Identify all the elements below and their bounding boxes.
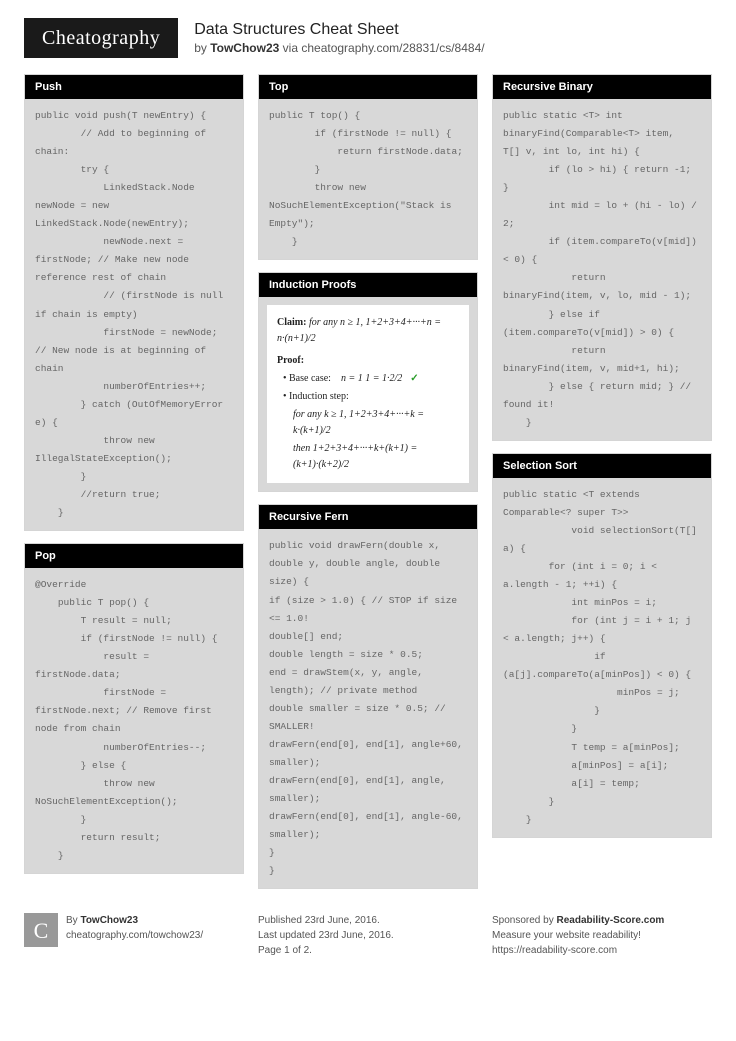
claim-label: Claim: — [277, 317, 306, 328]
sponsor-tagline: Measure your website readability! — [492, 930, 641, 941]
base-case-label: Base case: — [289, 373, 331, 384]
column-2: Top public T top() { if (firstNode != nu… — [258, 74, 478, 889]
footer-sponsor: Sponsored by Readability-Score.com Measu… — [492, 913, 712, 958]
footer: C By TowChow23 cheatography.com/towchow2… — [24, 903, 712, 958]
footer-author-name: TowChow23 — [80, 915, 138, 926]
footer-by-prefix: By — [66, 915, 80, 926]
source-url: cheatography.com/28831/cs/8484/ — [301, 41, 484, 55]
updated-date: Last updated 23rd June, 2016. — [258, 930, 394, 941]
site-logo: Cheatography — [24, 18, 178, 58]
code-block: public T top() { if (firstNode != null) … — [259, 99, 477, 259]
byline: by TowChow23 via cheatography.com/28831/… — [194, 41, 484, 55]
by-prefix: by — [194, 41, 210, 55]
author-name: TowChow23 — [210, 41, 279, 55]
code-block: public static <T extends Comparable<? su… — [493, 478, 711, 837]
header-text: Data Structures Cheat Sheet by TowChow23… — [194, 21, 484, 55]
sponsor-name: Readability-Score.com — [557, 915, 665, 926]
author-avatar-icon: C — [24, 913, 58, 947]
published-date: Published 23rd June, 2016. — [258, 915, 380, 926]
page-header: Cheatography Data Structures Cheat Sheet… — [24, 18, 712, 58]
sponsor-url: https://readability-score.com — [492, 945, 617, 956]
code-block: public void drawFern(double x, double y,… — [259, 529, 477, 888]
card-induction: Induction Proofs Claim: for any n ≥ 1, 1… — [258, 272, 478, 492]
card-top: Top public T top() { if (firstNode != nu… — [258, 74, 478, 260]
proof-label: Proof: — [277, 353, 459, 369]
card-header: Selection Sort — [493, 454, 711, 478]
card-selection: Selection Sort public static <T extends … — [492, 453, 712, 838]
card-header: Recursive Binary — [493, 75, 711, 99]
proof-image: Claim: for any n ≥ 1, 1+2+3+4+···+n = n·… — [267, 305, 469, 483]
base-case-math: n = 1 1 = 1·2/2 — [341, 373, 402, 384]
card-push: Push public void push(T newEntry) { // A… — [24, 74, 244, 531]
sponsored-prefix: Sponsored by — [492, 915, 557, 926]
content-columns: Push public void push(T newEntry) { // A… — [24, 74, 712, 889]
footer-meta: Published 23rd June, 2016. Last updated … — [258, 913, 478, 958]
card-header: Push — [25, 75, 243, 99]
code-block: public void push(T newEntry) { // Add to… — [25, 99, 243, 530]
page-title: Data Structures Cheat Sheet — [194, 21, 484, 39]
card-header: Pop — [25, 544, 243, 568]
footer-author: C By TowChow23 cheatography.com/towchow2… — [24, 913, 244, 958]
check-icon: ✓ — [410, 373, 418, 384]
column-3: Recursive Binary public static <T> int b… — [492, 74, 712, 889]
column-1: Push public void push(T newEntry) { // A… — [24, 74, 244, 889]
induction-step-1: for any k ≥ 1, 1+2+3+4+···+k = k·(k+1)/2 — [293, 407, 459, 439]
page-indicator: Page 1 of 2. — [258, 945, 312, 956]
code-block: public static <T> int binaryFind(Compara… — [493, 99, 711, 440]
card-header: Induction Proofs — [259, 273, 477, 297]
footer-author-url: cheatography.com/towchow23/ — [66, 930, 203, 941]
code-block: @Override public T pop() { T result = nu… — [25, 568, 243, 873]
card-header: Top — [259, 75, 477, 99]
card-binary: Recursive Binary public static <T> int b… — [492, 74, 712, 441]
card-fern: Recursive Fern public void drawFern(doub… — [258, 504, 478, 889]
induction-step-label: Induction step: — [289, 391, 349, 402]
card-pop: Pop @Override public T pop() { T result … — [24, 543, 244, 874]
card-header: Recursive Fern — [259, 505, 477, 529]
induction-step-2: then 1+2+3+4+···+k+(k+1) = (k+1)·(k+2)/2 — [293, 441, 459, 473]
via-text: via — [279, 41, 301, 55]
